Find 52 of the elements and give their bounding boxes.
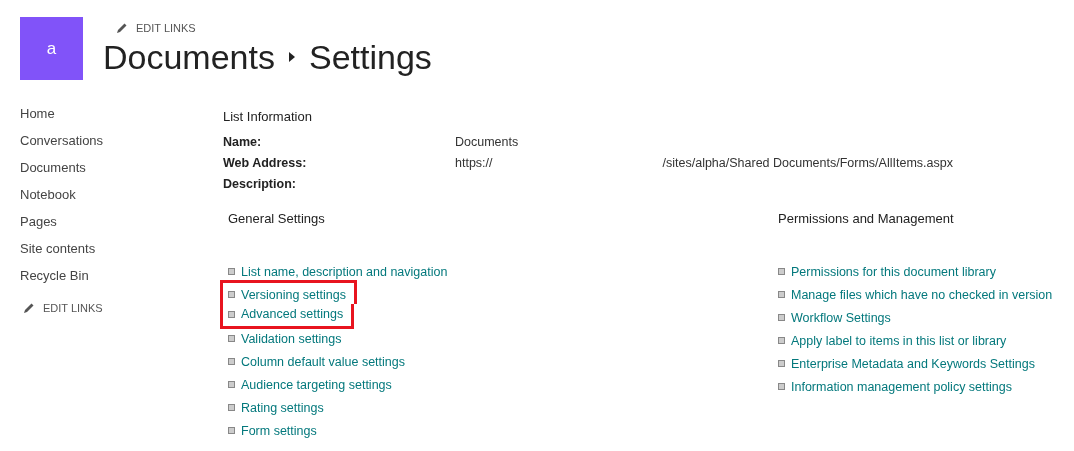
bullet-icon bbox=[228, 291, 235, 298]
bullet-icon bbox=[228, 335, 235, 342]
breadcrumb-arrow-icon bbox=[288, 52, 295, 62]
bullet-icon bbox=[778, 314, 785, 321]
field-value: https:// bbox=[455, 155, 493, 172]
bullet-icon bbox=[778, 268, 785, 275]
nav-link[interactable]: Recycle Bin bbox=[20, 262, 223, 289]
field-value: Documents bbox=[455, 134, 519, 151]
nav-link[interactable]: Conversations bbox=[20, 127, 223, 154]
bullet-icon bbox=[228, 381, 235, 388]
bullet-icon bbox=[778, 360, 785, 367]
settings-link[interactable]: Advanced settings bbox=[241, 307, 344, 321]
settings-link[interactable]: Rating settings bbox=[241, 400, 324, 415]
site-logo[interactable]: a bbox=[20, 17, 83, 80]
field-value: /sites/alpha/Shared Documents/Forms/AllItems.aspx bbox=[662, 155, 953, 172]
settings-link[interactable]: Apply label to items in this list or library bbox=[791, 333, 1007, 348]
settings-link[interactable]: Workflow Settings bbox=[791, 310, 891, 325]
bullet-icon bbox=[228, 310, 235, 318]
nav-link[interactable]: Home bbox=[20, 100, 223, 127]
settings-link[interactable]: Permissions for this document library bbox=[791, 264, 996, 279]
pencil-icon bbox=[116, 22, 128, 34]
breadcrumb-link[interactable]: Settings bbox=[308, 36, 432, 78]
settings-link[interactable]: Versioning settings bbox=[241, 287, 346, 302]
breadcrumb-link[interactable]: Documents bbox=[103, 36, 275, 78]
settings-link[interactable]: Form settings bbox=[241, 423, 317, 438]
edit-links-link[interactable]: EDIT LINKS bbox=[116, 22, 432, 34]
field-label: Name: bbox=[223, 134, 263, 151]
field-label: Web Address: bbox=[223, 155, 308, 172]
settings-link[interactable]: Information management policy settings bbox=[791, 379, 1012, 394]
section-heading: General Settings bbox=[228, 211, 326, 228]
nav-link[interactable]: Notebook bbox=[20, 181, 223, 208]
settings-link[interactable]: Audience targeting settings bbox=[241, 377, 392, 392]
settings-link[interactable]: Enterprise Metadata and Keywords Settings bbox=[791, 356, 1035, 371]
bullet-icon bbox=[228, 358, 235, 365]
bullet-icon bbox=[228, 427, 235, 434]
nav-link[interactable]: Site contents bbox=[20, 235, 223, 262]
bullet-icon bbox=[778, 337, 785, 344]
settings-link[interactable]: Manage files which have no checked in version bbox=[791, 287, 1053, 302]
settings-link[interactable]: Column default value settings bbox=[241, 354, 405, 369]
edit-links-link[interactable]: EDIT LINKS bbox=[23, 302, 223, 314]
bullet-icon bbox=[228, 404, 235, 411]
settings-link[interactable]: List name, description and navigation bbox=[241, 264, 448, 279]
bullet-icon bbox=[778, 291, 785, 298]
settings-link[interactable]: Validation settings bbox=[241, 331, 342, 346]
nav-link[interactable]: Documents bbox=[20, 154, 223, 181]
section-heading: List Information bbox=[223, 109, 313, 124]
section-heading: Permissions and Management bbox=[778, 211, 955, 228]
bullet-icon bbox=[228, 268, 235, 275]
field-label: Description: bbox=[223, 176, 297, 193]
pencil-icon bbox=[23, 302, 35, 314]
bullet-icon bbox=[778, 383, 785, 390]
nav-link[interactable]: Pages bbox=[20, 208, 223, 235]
